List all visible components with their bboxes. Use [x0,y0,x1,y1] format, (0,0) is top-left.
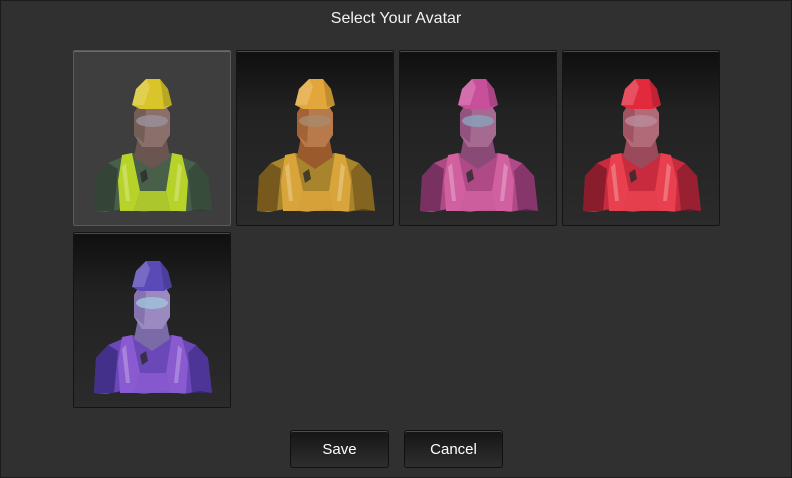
avatar-tile[interactable] [236,50,394,226]
save-button[interactable]: Save [290,430,389,468]
avatar-tile[interactable] [73,50,231,226]
cancel-button[interactable]: Cancel [404,430,503,468]
avatar-tile[interactable] [399,50,557,226]
avatar-pink-figure [420,79,538,212]
avatar-orange-figure [257,79,375,212]
avatar-grid [73,50,723,408]
avatar-dialog: Select Your Avatar Save Cancel [0,0,792,478]
avatar-tile[interactable] [562,50,720,226]
avatar-green-figure [94,79,212,212]
avatar-red-figure [583,79,701,212]
avatar-purple-figure [94,261,212,394]
dialog-actions: Save Cancel [290,430,503,468]
dialog-title: Select Your Avatar [330,10,462,27]
avatar-tile[interactable] [73,232,231,408]
